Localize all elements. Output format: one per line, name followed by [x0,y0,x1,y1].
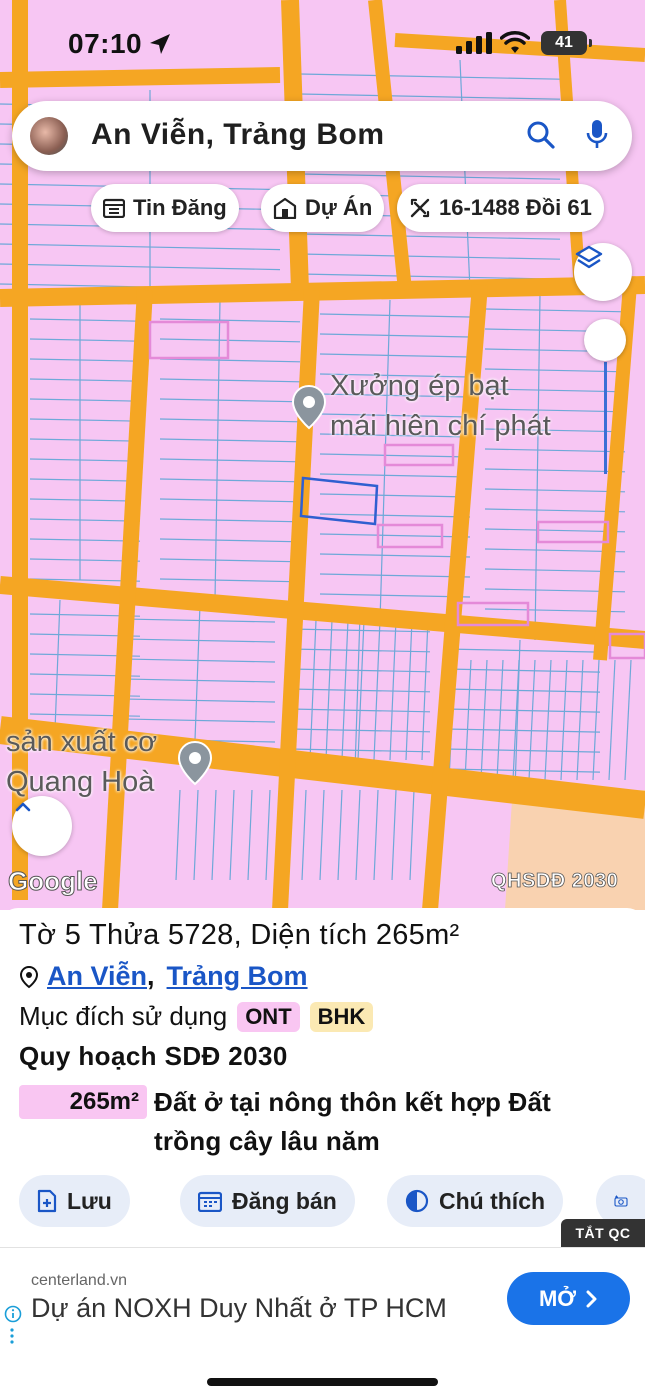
search-input[interactable]: An Viễn, Trảng Bom [91,118,385,152]
building-icon [273,197,297,219]
more-options-icon[interactable] [10,1328,14,1344]
camera-add-icon [614,1195,628,1207]
land-code-badge: ONT [237,1001,300,1032]
microphone-icon[interactable] [585,118,609,152]
wifi-icon [500,31,530,53]
plan-title: Quy hoạch SDĐ 2030 [19,1041,288,1071]
status-time: 07:10 [68,28,143,59]
poi-label-line: sản xuất cơ [6,726,158,758]
ruler-icon [410,198,430,218]
calendar-list-icon [103,198,125,218]
opacity-slider-track[interactable] [604,362,607,474]
parcel-info-panel: Tờ 5 Thửa 5728, Diện tích 265m² An Viễn … [0,908,645,1246]
legend-label: Chú thích [439,1187,546,1214]
cellular-signal-icon [456,32,492,54]
search-icon[interactable] [526,120,556,150]
chevron-up-icon [15,802,31,812]
post-for-sale-button[interactable]: Đăng bán [180,1175,355,1227]
save-button[interactable]: Lưu [19,1175,130,1227]
district-link[interactable]: Trảng Bom [167,961,308,992]
chip-label: 16-1488 Đồi 61 [439,195,592,220]
parcel-title: Tờ 5 Thửa 5728, Diện tích 265m² [19,919,460,951]
opacity-slider-handle[interactable] [584,319,626,361]
land-code-badge: BHK [309,1001,374,1032]
land-use-purpose: Mục đích sử dụng ONT BHK [19,1001,374,1032]
poi-label-line: Xưởng ép bạt [330,370,509,402]
selected-parcel[interactable] [299,476,379,526]
battery-indicator: 41 [541,31,592,55]
area-value: 265m² [19,1085,147,1119]
ad-open-label: MỞ [538,1285,577,1311]
location-pin-icon [19,965,39,988]
ad-open-button[interactable]: MỞ [507,1272,630,1325]
expand-panel-button[interactable] [12,796,72,856]
hide-ads-button[interactable]: TẮT QC [561,1219,645,1247]
google-logo: Google [8,866,99,897]
layers-icon [575,245,603,269]
document-add-icon [37,1189,57,1213]
chip-projects[interactable]: Dự Án [261,184,385,232]
contrast-icon [405,1189,429,1213]
ad-domain: centerland.vn [31,1272,128,1289]
parcel-location: An Viễn , Trảng Bom [19,961,308,992]
status-bar: 07:10 41 [0,0,645,90]
poi-label[interactable]: sản xuất cơ Quang Hoà [6,722,157,802]
chip-label: Dự Án [305,195,373,220]
home-indicator [207,1378,438,1386]
layers-button[interactable] [574,243,632,301]
chip-label: Tin Đăng [133,195,227,220]
ad-banner[interactable]: centerland.vn Dự án NOXH Duy Nhất ở TP H… [0,1247,645,1347]
chip-listings[interactable]: Tin Đăng [91,184,239,232]
location-arrow-icon [150,34,170,54]
post-for-sale-label: Đăng bán [232,1187,337,1214]
search-bar[interactable]: An Viễn, Trảng Bom [12,101,632,171]
land-description: Đất ở tại nông thôn kết hợp Đất trồng câ… [154,1087,552,1156]
purpose-label: Mục đích sử dụng [19,1001,228,1031]
info-icon[interactable] [4,1305,22,1323]
commune-link[interactable]: An Viễn [47,961,147,992]
calendar-icon [198,1191,222,1212]
chevron-right-icon [586,1290,597,1307]
location-separator: , [147,961,155,991]
chip-measurement[interactable]: 16-1488 Đồi 61 [397,184,604,232]
poi-label-line: mái hiên chí phát [330,410,551,442]
poi-label[interactable]: Xưởng ép bạt mái hiên chí phát [330,366,551,446]
avatar[interactable] [30,117,68,155]
legend-button[interactable]: Chú thích [387,1175,564,1227]
ad-headline[interactable]: Dự án NOXH Duy Nhất ở TP HCM [31,1293,447,1324]
map-layer-tag: QHSDĐ 2030 [491,870,619,893]
save-label: Lưu [67,1187,112,1214]
